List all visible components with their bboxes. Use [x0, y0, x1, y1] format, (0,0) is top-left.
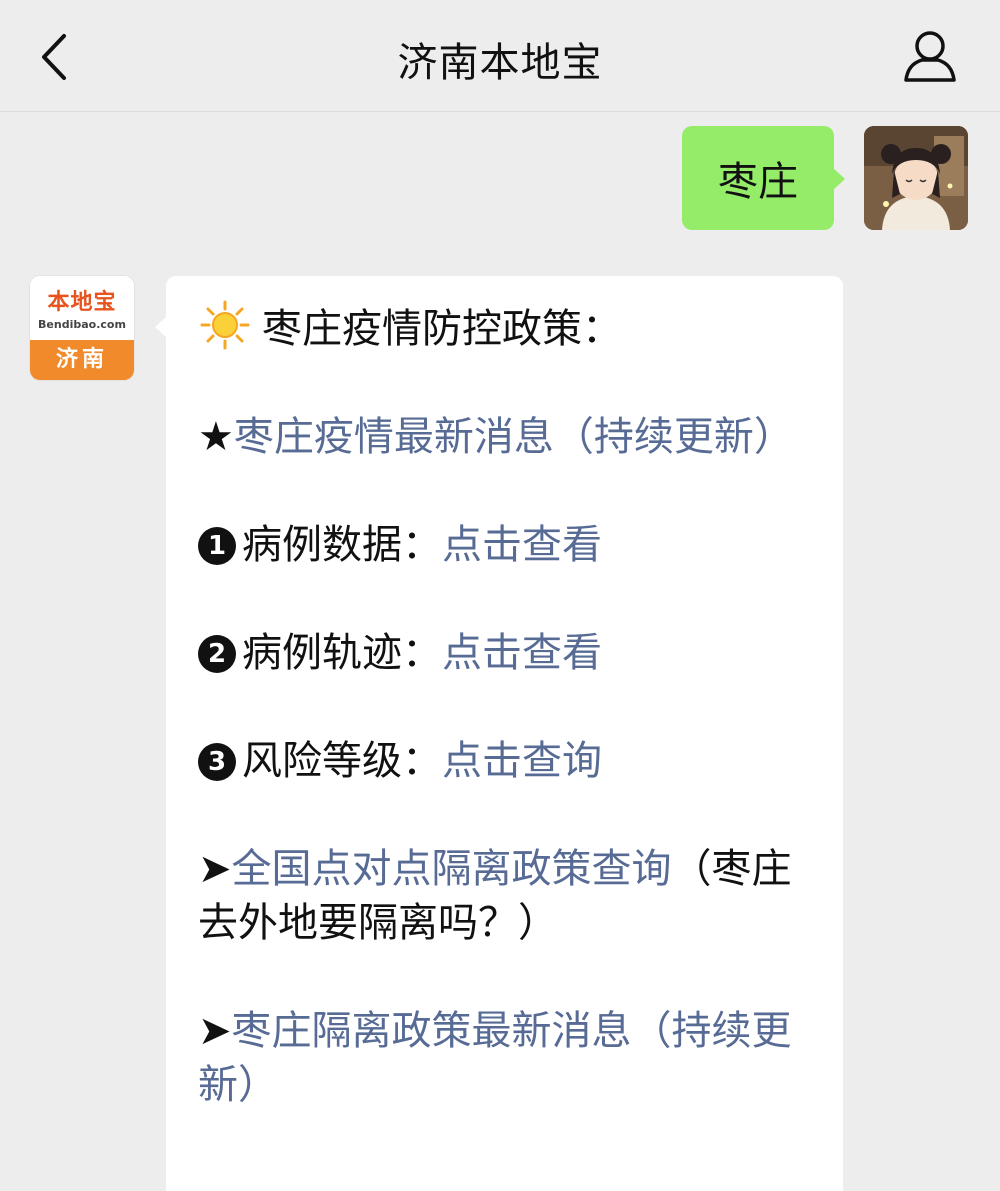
arrow-right-icon: ➤ — [198, 846, 232, 892]
arrow-right-icon: ➤ — [198, 1008, 232, 1054]
bot-heading-text: 枣庄疫情防控政策： — [262, 306, 622, 352]
quarantine-query-link[interactable]: 全国点对点隔离政策查询 — [232, 846, 672, 892]
number-three-icon: 3 — [198, 743, 236, 781]
bot-heading-row: 枣庄疫情防控政策： — [198, 300, 813, 356]
bot-logo-brand: 本地宝 — [47, 290, 117, 315]
chat-header: 济南本地宝 — [0, 0, 1000, 112]
number-one-icon: 1 — [198, 527, 236, 565]
risk-level-row: 3 风险等级：点击查询 — [198, 734, 813, 788]
quarantine-news-row: ➤枣庄隔离政策最新消息（持续更新） — [198, 1004, 813, 1112]
bot-message-bubble: 枣庄疫情防控政策： ★枣庄疫情最新消息（持续更新） 1 病例数据：点击查看 2 病例… — [166, 276, 843, 1191]
bot-logo-city: 济南 — [30, 340, 134, 380]
quarantine-news-link[interactable]: 枣庄隔离政策最新消息（持续更新） — [198, 1008, 792, 1108]
user-avatar-image — [864, 126, 968, 230]
bot-logo-url: Bendibao.com — [38, 318, 126, 331]
case-data-label: 病例数据： — [242, 522, 442, 568]
bot-avatar[interactable]: 本地宝 Bendibao.com 济南 — [30, 276, 134, 380]
case-data-row: 1 病例数据：点击查看 — [198, 518, 813, 572]
user-message-bubble[interactable]: 枣庄 — [682, 126, 834, 230]
case-track-row: 2 病例轨迹：点击查看 — [198, 626, 813, 680]
chat-title: 济南本地宝 — [397, 40, 603, 86]
case-data-link[interactable]: 点击查看 — [442, 522, 602, 568]
case-track-label: 病例轨迹： — [242, 630, 442, 676]
person-icon — [904, 31, 956, 82]
number-two-icon: 2 — [198, 635, 236, 673]
profile-button[interactable] — [900, 24, 960, 88]
latest-news-row: ★枣庄疫情最新消息（持续更新） — [198, 410, 813, 464]
risk-level-link[interactable]: 点击查询 — [442, 738, 602, 784]
user-message-text: 枣庄 — [718, 159, 798, 205]
quarantine-query-row: ➤全国点对点隔离政策查询（枣庄去外地要隔离吗？） — [198, 842, 813, 950]
user-avatar[interactable] — [864, 126, 968, 230]
chat-screen: 济南本地宝 枣庄 本地宝 Bendibao.com 济南 枣庄疫情防控政策： ★… — [0, 0, 1000, 1191]
risk-level-label: 风险等级： — [242, 738, 442, 784]
sun-icon — [200, 300, 250, 350]
latest-news-link[interactable]: 枣庄疫情最新消息（持续更新） — [234, 414, 794, 460]
case-track-link[interactable]: 点击查看 — [442, 630, 602, 676]
user-bubble-tail — [833, 168, 845, 190]
star-icon: ★ — [198, 414, 234, 460]
bot-logo-top: 本地宝 Bendibao.com — [30, 276, 134, 340]
